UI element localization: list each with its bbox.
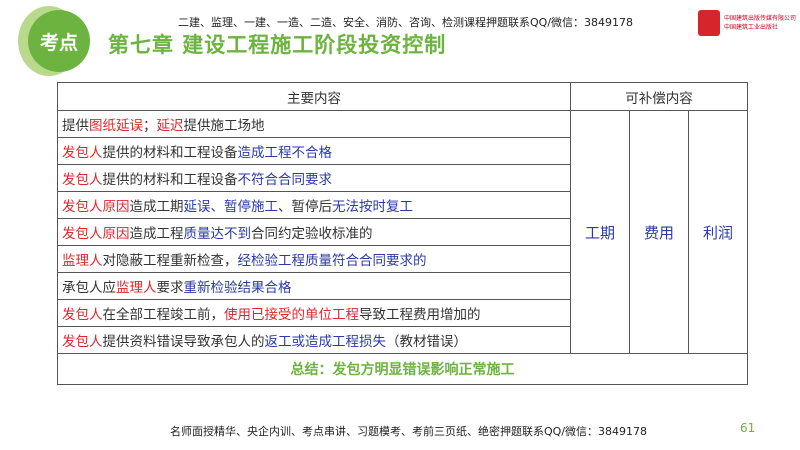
text-segment: 发包人原因 (62, 199, 130, 215)
compensation-0: 工期 (570, 110, 630, 354)
text-segment: 监理人 (116, 280, 157, 296)
text-segment: 造成工程不合格 (237, 145, 333, 161)
compensation-2: 利润 (688, 110, 748, 354)
publisher-logo: 中国建筑出版传媒有限公司 中国建筑工业出版社 (698, 10, 796, 36)
text-segment: 造成工期 (129, 199, 184, 215)
text-segment: 在全部工程竣工前， (102, 307, 225, 323)
row-content: 发包人原因造成工程质量达不到合同约定验收标准的 (57, 218, 571, 246)
logo-text-2: 中国建筑工业出版社 (724, 24, 779, 31)
text-segment: 无法按时复工 (332, 199, 413, 215)
publisher-logo-icon (698, 10, 720, 36)
text-segment: 提供资料错误导致承包人的 (102, 334, 265, 350)
header-compensation: 可补偿内容 (570, 82, 748, 111)
row-content: 监理人对隐蔽工程重新检查，经检验工程质量符合合同要求的 (57, 245, 571, 273)
text-segment: 不符合合同要求 (237, 172, 333, 188)
text-segment: （教材错误） (386, 334, 467, 350)
logo-text-1: 中国建筑出版传媒有限公司 (724, 15, 797, 22)
text-segment: 图纸延误 (89, 118, 143, 134)
bottom-ad-text: 名师面授精华、央企内训、考点串讲、习题模考、考前三页纸、绝密押题联系QQ/微信：… (170, 425, 648, 438)
text-segment: 发包人 (62, 145, 103, 161)
text-segment: 提供 (62, 118, 89, 134)
text-segment: 发包人 (62, 172, 103, 188)
text-segment: 使用已接受的单位工程 (224, 307, 359, 323)
text-segment: 发包人 (62, 334, 103, 350)
row-content: 承包人应监理人要求重新检验结果合格 (57, 272, 571, 300)
text-segment: 质量达不到 (183, 226, 252, 242)
row-content: 发包人提供资料错误导致承包人的返工或造成工程损失（教材错误） (57, 326, 571, 354)
text-segment: 导致工程费用增加的 (359, 307, 481, 323)
text-segment: 发包人原因 (62, 226, 130, 242)
text-segment: 延误、暂停施工 (183, 199, 279, 215)
row-content: 发包人在全部工程竣工前，使用已接受的单位工程导致工程费用增加的 (57, 299, 571, 327)
row-content: 提供图纸延误；延迟提供施工场地 (57, 110, 571, 138)
text-segment: 经检验工程质量符合合同要求的 (237, 253, 427, 269)
table-row: 提供图纸延误；延迟提供施工场地 工期 费用 利润 (57, 110, 748, 354)
compensation-1: 费用 (629, 110, 689, 354)
page-title: 第七章 建设工程施工阶段投资控制 (108, 33, 447, 57)
text-segment: 监理人 (62, 253, 103, 269)
kaodian-badge: 考点 (28, 10, 90, 72)
text-segment: 合同约定验收标准的 (251, 226, 373, 242)
text-segment: 返工或造成工程损失 (264, 334, 387, 350)
text-segment: 要求 (156, 280, 184, 296)
row-content: 发包人提供的材料和工程设备造成工程不合格 (57, 137, 571, 165)
row-content: 发包人原因造成工期延误、暂停施工、暂停后无法按时复工 (57, 191, 571, 219)
text-segment: ； (143, 118, 157, 134)
text-segment: 承包人应 (62, 280, 116, 296)
text-segment: 、暂停后 (278, 199, 332, 215)
text-segment: 重新检验结果合格 (183, 280, 292, 296)
compensation-table: 主要内容 可补偿内容 提供图纸延误；延迟提供施工场地 工期 费用 利润 发包人提供的材料… (57, 82, 748, 385)
text-segment: 对隐蔽工程重新检查， (102, 253, 238, 269)
text-segment: 提供的材料和工程设备 (102, 145, 238, 161)
top-ad-text: 二建、监理、一建、一造、二造、安全、消防、咨询、检测课程押题联系QQ/微信：38… (178, 16, 634, 29)
page-number: 61 (740, 421, 756, 435)
row-content: 发包人提供的材料和工程设备不符合合同要求 (57, 164, 571, 192)
header-main: 主要内容 (57, 82, 571, 111)
text-segment: 发包人 (62, 307, 103, 323)
text-segment: 造成工程 (129, 226, 184, 242)
text-segment: 提供的材料和工程设备 (102, 172, 238, 188)
text-segment: 延迟 (156, 118, 184, 134)
text-segment: 提供施工场地 (183, 118, 265, 134)
summary: 总结：发包方明显错误影响正常施工 (57, 353, 748, 385)
